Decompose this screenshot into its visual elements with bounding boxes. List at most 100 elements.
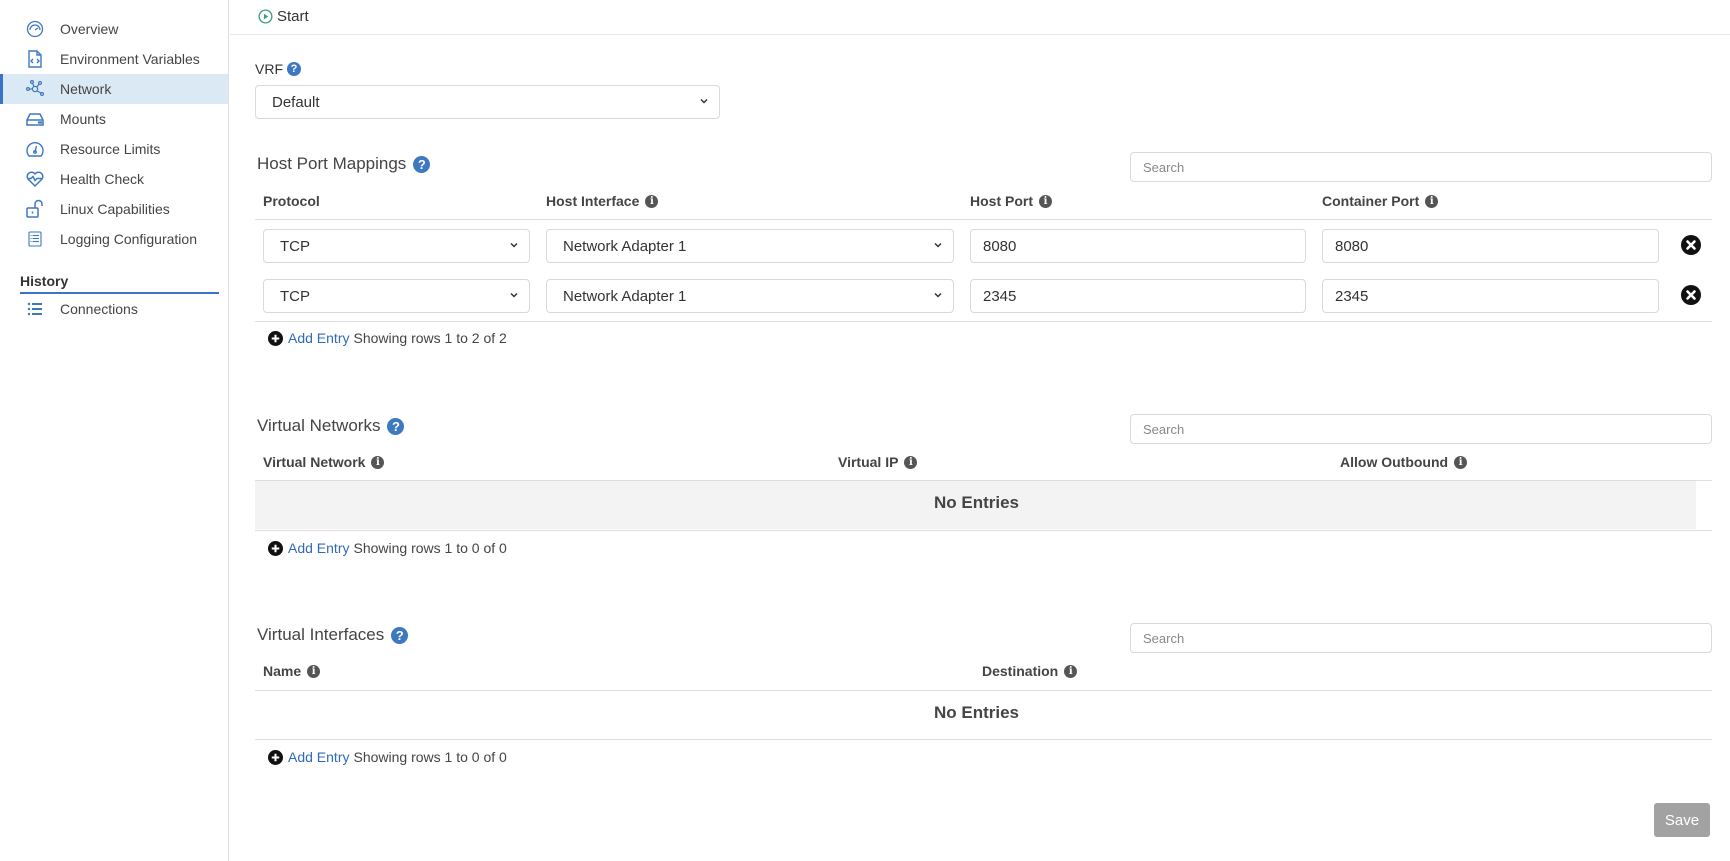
sidebar-item-mounts[interactable]: Mounts [0,104,228,134]
search-placeholder: Search [1143,159,1185,175]
host-interface-select[interactable]: Network Adapter 1 [546,229,954,263]
info-icon[interactable]: i [1454,455,1468,469]
host-port-input[interactable]: 8080 [970,229,1306,263]
virtual-networks-title: Virtual Networks ? [257,416,405,436]
info-icon[interactable]: i [1425,194,1439,208]
sidebar: Overview Environment Variables Network M… [0,0,229,861]
section-title-text: Host Port Mappings [257,154,407,173]
rows-status: Showing rows 1 to 2 of 2 [353,330,507,346]
unlock-icon [24,198,46,220]
search-placeholder: Search [1143,630,1185,646]
column-header-virtual-network: Virtual Network i [263,454,385,470]
start-button[interactable]: Start [258,8,309,25]
info-icon[interactable]: i [1039,194,1052,208]
info-icon[interactable]: i [645,194,659,208]
container-port-input[interactable]: 2345 [1322,279,1659,313]
column-header-allow-outbound: Allow Outbound i [1340,454,1468,470]
add-circle-icon[interactable] [268,330,283,346]
divider [255,690,1712,691]
remove-row-icon[interactable] [1681,235,1701,255]
column-header-name: Name i [263,663,321,679]
add-entry-link[interactable]: Add Entry [288,749,349,765]
host-port-value: 8080 [983,237,1017,255]
host-interface-value: Network Adapter 1 [563,237,687,255]
vrf-label-text: VRF [255,61,283,77]
sidebar-item-label: Environment Variables [60,51,200,67]
column-header-host-interface: Host Interface i [546,193,659,209]
host-port-input[interactable]: 2345 [970,279,1306,313]
protocol-select[interactable]: TCP [263,279,530,313]
sidebar-item-network[interactable]: Network [0,74,228,104]
info-icon[interactable]: i [904,455,918,469]
vrf-label: VRF ? [255,61,301,77]
column-header-host-port: Host Port i [970,193,1052,209]
virtual-networks-search-input[interactable]: Search [1130,414,1712,444]
host-port-value: 2345 [983,287,1017,305]
sidebar-item-health-check[interactable]: Health Check [0,164,228,194]
sidebar-item-label: Mounts [60,111,106,127]
host-port-mappings-footer: Add Entry Showing rows 1 to 2 of 2 [268,330,507,346]
drive-icon [24,108,46,130]
add-circle-icon[interactable] [268,749,283,765]
remove-row-icon[interactable] [1681,285,1701,305]
sidebar-item-logging-configuration[interactable]: Logging Configuration [0,224,228,254]
log-list-icon [24,228,46,250]
info-icon[interactable]: i [371,455,385,469]
toolbar: Start [230,0,1730,35]
heartbeat-icon [24,168,46,190]
sidebar-item-overview[interactable]: Overview [0,14,228,44]
add-circle-icon[interactable] [268,540,283,556]
column-header-text: Virtual Network [263,454,366,470]
container-port-value: 8080 [1335,237,1369,255]
network-settings-panel: VRF ? Default Host Port Mappings ? Searc… [230,36,1730,861]
network-nodes-icon [24,78,46,100]
host-interface-select[interactable]: Network Adapter 1 [546,279,954,313]
help-icon[interactable]: ? [413,155,431,173]
column-header-text: Destination [982,663,1059,679]
add-entry-link[interactable]: Add Entry [288,540,349,556]
rows-status: Showing rows 1 to 0 of 0 [353,749,507,765]
vrf-select[interactable]: Default [255,85,720,119]
no-entries-text: No Entries [934,703,1020,722]
sidebar-item-connections[interactable]: Connections [0,294,228,324]
history-nav: Connections [0,294,228,324]
host-port-mappings-search-input[interactable]: Search [1130,152,1712,182]
column-header-text: Name [263,663,302,679]
virtual-interfaces-search-input[interactable]: Search [1130,623,1712,653]
rows-status: Showing rows 1 to 0 of 0 [353,540,507,556]
sidebar-item-linux-capabilities[interactable]: Linux Capabilities [0,194,228,224]
column-header-destination: Destination i [982,663,1078,679]
info-icon[interactable]: i [307,664,321,678]
chevron-down-icon [934,292,942,298]
sidebar-item-label: Network [60,81,112,97]
sidebar-item-environment-variables[interactable]: Environment Variables [0,44,228,74]
no-entries-text: No Entries [934,493,1020,512]
info-icon[interactable]: i [1064,664,1078,678]
vrf-selected-value: Default [272,93,320,111]
add-entry-link[interactable]: Add Entry [288,330,349,346]
column-header-text: Virtual IP [838,454,899,470]
divider [255,530,1712,531]
divider [255,321,1712,322]
container-port-input[interactable]: 8080 [1322,229,1659,263]
protocol-select[interactable]: TCP [263,229,530,263]
virtual-interfaces-title: Virtual Interfaces ? [257,625,409,645]
code-file-icon [24,48,46,70]
chevron-down-icon [510,242,518,248]
column-header-text: Container Port [1322,193,1420,209]
help-icon[interactable]: ? [287,62,301,76]
chevron-down-icon [934,242,942,248]
save-button[interactable]: Save [1654,803,1710,837]
sidebar-item-resource-limits[interactable]: Resource Limits [0,134,228,164]
virtual-interfaces-footer: Add Entry Showing rows 1 to 0 of 0 [268,749,507,765]
protocol-value: TCP [280,287,310,305]
search-placeholder: Search [1143,421,1185,437]
dashboard-gauge-icon [24,18,46,40]
sidebar-item-label: Connections [60,301,138,317]
help-icon[interactable]: ? [391,626,409,644]
history-heading: History [20,273,219,294]
help-icon[interactable]: ? [387,417,405,435]
column-header-text: Host Port [970,193,1033,209]
section-title-text: Virtual Interfaces [257,625,385,644]
host-interface-value: Network Adapter 1 [563,287,687,305]
